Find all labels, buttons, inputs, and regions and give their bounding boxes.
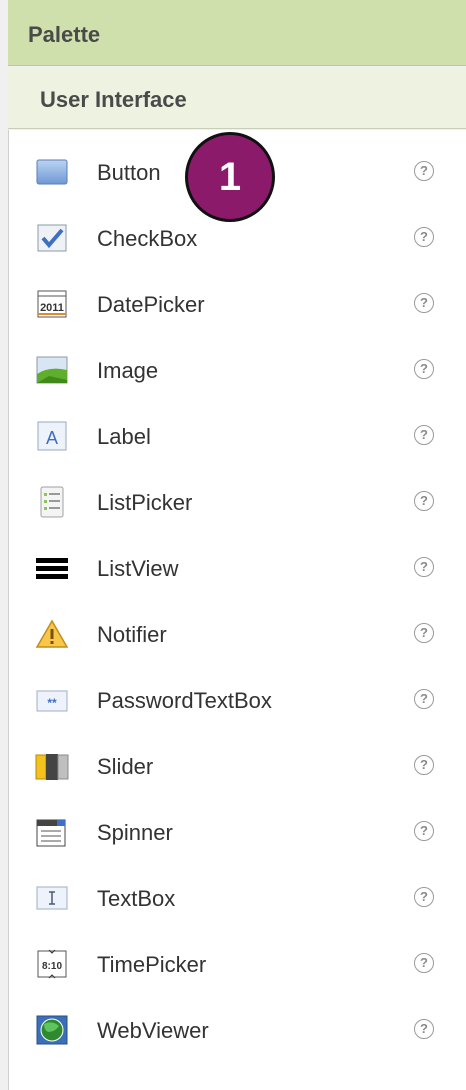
list-view-icon [35,552,69,584]
palette-title: Palette [28,22,101,47]
component-list: Button? CheckBox? 2011 DatePicker? Image? A La… [8,130,466,1090]
image-icon [35,354,69,386]
svg-text:8:10: 8:10 [42,961,62,972]
palette-item-label: Label [97,424,151,449]
calendar-icon: 2011 [35,288,69,320]
help-icon[interactable]: ? [414,887,434,907]
globe-icon [35,1014,69,1046]
textbox-icon [35,882,69,914]
palette-item-label: WebViewer [97,1018,209,1043]
warning-icon [35,618,69,650]
palette-item-datepicker[interactable]: 2011 DatePicker? [9,272,466,338]
palette-item-passwordtextbox[interactable]: ** PasswordTextBox? [9,668,466,734]
palette-item-slider[interactable]: Slider? [9,734,466,800]
step-badge: 1 [185,132,275,222]
palette-item-label: TextBox [97,886,176,911]
help-icon[interactable]: ? [414,689,434,709]
svg-text:**: ** [47,696,57,710]
button-icon [35,156,69,188]
help-icon[interactable]: ? [414,161,434,181]
help-icon[interactable]: ? [414,623,434,643]
palette-item-label: Button [97,160,161,185]
palette-header: Palette [8,0,466,66]
palette-item-listview[interactable]: ListView? [9,536,466,602]
palette-item-label: Spinner [97,820,173,845]
palette-item-timepicker[interactable]: 8:10 TimePicker? [9,932,466,998]
palette-item-label: PasswordTextBox [97,688,272,713]
help-icon[interactable]: ? [414,227,434,247]
palette-item-textbox[interactable]: TextBox? [9,866,466,932]
label-icon: A [35,420,69,452]
svg-text:A: A [46,428,58,448]
help-icon[interactable]: ? [414,953,434,973]
help-icon[interactable]: ? [414,425,434,445]
palette-item-spinner[interactable]: Spinner? [9,800,466,866]
section-title: User Interface [40,87,187,112]
palette-item-label[interactable]: A Label? [9,404,466,470]
palette-item-label: Slider [97,754,154,779]
palette-item-label: CheckBox [97,226,198,251]
clock-icon: 8:10 [35,948,69,980]
palette-item-label: ListView [97,556,179,581]
help-icon[interactable]: ? [414,557,434,577]
password-icon: ** [35,684,69,716]
palette-item-webviewer[interactable]: WebViewer? [9,998,466,1064]
palette-item-label: DatePicker [97,292,205,317]
palette-item-label: Image [97,358,159,383]
palette-item-label: TimePicker [97,952,207,977]
section-header-user-interface[interactable]: User Interface [8,67,466,129]
slider-icon [35,750,69,782]
help-icon[interactable]: ? [414,491,434,511]
palette-item-label: ListPicker [97,490,193,515]
palette-item-image[interactable]: Image? [9,338,466,404]
help-icon[interactable]: ? [414,1019,434,1039]
palette-item-label: Notifier [97,622,167,647]
checkbox-icon [35,222,69,254]
palette-item-listpicker[interactable]: ListPicker? [9,470,466,536]
help-icon[interactable]: ? [414,821,434,841]
help-icon[interactable]: ? [414,293,434,313]
list-picker-icon [35,486,69,518]
palette-item-notifier[interactable]: Notifier? [9,602,466,668]
help-icon[interactable]: ? [414,359,434,379]
help-icon[interactable]: ? [414,755,434,775]
svg-text:2011: 2011 [40,302,64,314]
spinner-icon [35,816,69,848]
